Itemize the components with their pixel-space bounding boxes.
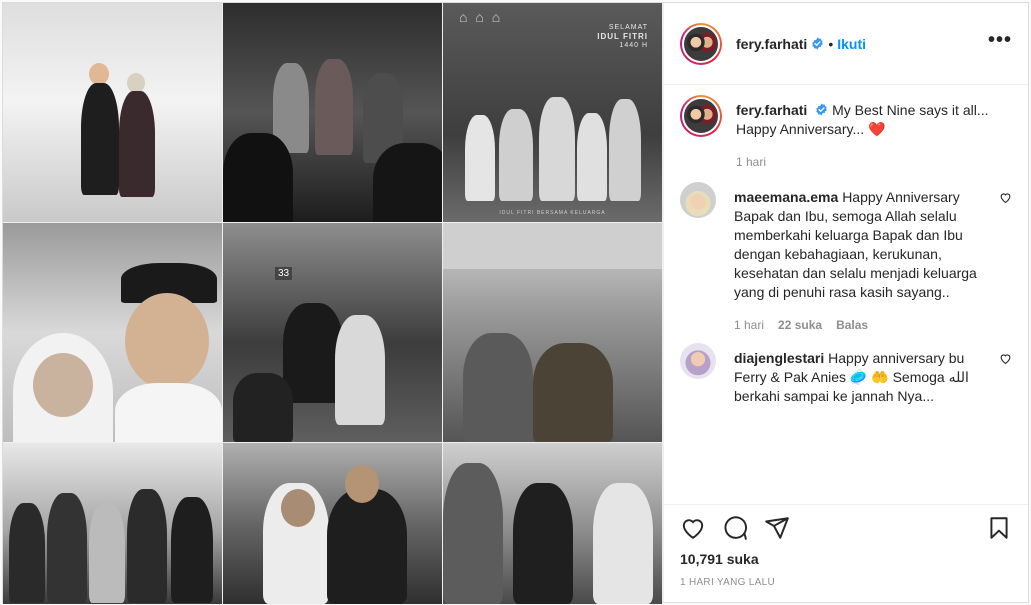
photo-crowd-event [223, 3, 442, 222]
post-container: ⌂ ⌂ ⌂ SELAMAT IDUL FITRI 1440 H IDUL FIT… [2, 2, 1029, 604]
photo-family-table: 33 [223, 223, 442, 442]
post-actions: 10,791 suka 1 HARI YANG LALU [664, 504, 1028, 602]
caption-username[interactable]: fery.farhati [736, 102, 807, 118]
photo-eid-greeting-card: ⌂ ⌂ ⌂ SELAMAT IDUL FITRI 1440 H IDUL FIT… [443, 3, 662, 222]
card-footer-text: IDUL FITRI BERSAMA KELUARGA [499, 210, 606, 216]
comment-username[interactable]: diajenglestari [734, 350, 824, 366]
greeting-line-3: 1440 H [619, 42, 648, 49]
like-count[interactable]: 10,791 suka [680, 551, 1012, 567]
post-sidebar: fery.farhati • Ikuti ••• fery.farhati My… [663, 3, 1028, 602]
follow-button[interactable]: Ikuti [837, 36, 866, 52]
caption: fery.farhati My Best Nine says it all...… [680, 95, 1012, 172]
photo-greeting-guests [443, 443, 662, 604]
comment-icon[interactable] [722, 515, 748, 541]
comment-likes[interactable]: 22 suka [778, 316, 822, 335]
header-separator: • [828, 35, 834, 52]
comment-like-heart-icon[interactable] [999, 352, 1012, 365]
caption-text-2: Happy Anniversary... [736, 121, 865, 137]
post-timestamp[interactable]: 1 HARI YANG LALU [680, 577, 1012, 588]
greeting-line-2: IDUL FITRI [597, 32, 648, 41]
heart-icon[interactable] [680, 515, 706, 541]
comment-time[interactable]: 1 hari [734, 316, 764, 335]
post-header: fery.farhati • Ikuti ••• [664, 3, 1028, 85]
author-username[interactable]: fery.farhati [736, 36, 807, 52]
comment-item: diajenglestari Happy anniversary bu Ferr… [680, 343, 1012, 406]
author-avatar-ring[interactable] [680, 22, 722, 65]
caption-time[interactable]: 1 hari [736, 153, 766, 172]
comment-item: maeemana.ema Happy Anniversary Bapak dan… [680, 182, 1012, 335]
heart-emoji: ❤️ [868, 121, 886, 137]
more-icon[interactable]: ••• [988, 30, 1012, 53]
share-icon[interactable] [764, 515, 790, 541]
photo-selfie-couple [3, 223, 222, 442]
house-number: 33 [275, 267, 293, 280]
photo-couple-formal [3, 3, 222, 222]
photo-boat-wave [443, 223, 662, 442]
caption-text-1: My Best Nine says it all... [832, 102, 989, 118]
comment-like-heart-icon[interactable] [999, 191, 1012, 204]
comment-text: Happy Anniversary Bapak dan Ibu, semoga … [734, 189, 977, 300]
reply-button[interactable]: Balas [836, 316, 868, 335]
bookmark-icon[interactable] [986, 515, 1012, 541]
commenter-avatar[interactable] [680, 182, 716, 218]
greeting-line-1: SELAMAT [608, 24, 648, 31]
caption-verified-icon [816, 103, 827, 116]
author-avatar[interactable] [682, 24, 720, 63]
photo-extended-family [3, 443, 222, 604]
commenter-avatar[interactable] [680, 343, 716, 379]
caption-avatar[interactable] [682, 97, 720, 135]
comment-username[interactable]: maeemana.ema [734, 189, 838, 205]
comments-list[interactable]: fery.farhati My Best Nine says it all...… [664, 85, 1028, 504]
best-nine-grid[interactable]: ⌂ ⌂ ⌂ SELAMAT IDUL FITRI 1440 H IDUL FIT… [3, 3, 663, 604]
photo-couple-outdoor [223, 443, 442, 604]
caption-avatar-ring[interactable] [680, 95, 722, 137]
verified-icon [812, 37, 824, 50]
